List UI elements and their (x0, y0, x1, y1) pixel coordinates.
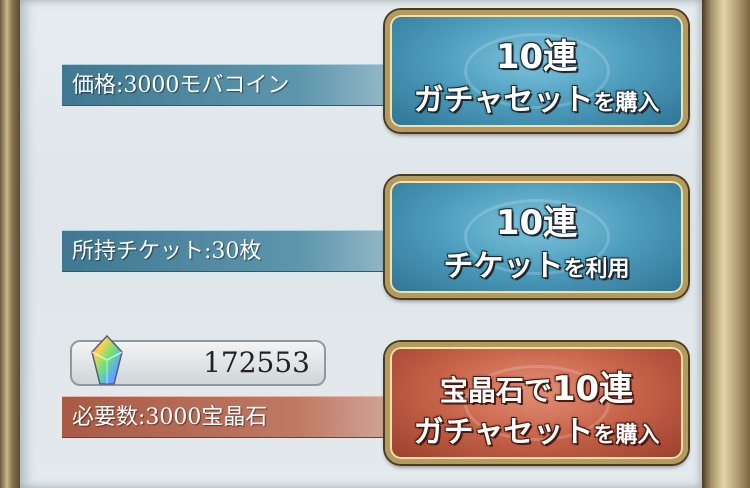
button-title: 10連 (495, 37, 578, 77)
left-frame (0, 0, 20, 488)
right-frame (702, 0, 750, 488)
buy-10-gacha-set-mobacoin-button[interactable]: 10連 ガチャセットを購入 (385, 10, 688, 132)
price-label: 価格:3000モバコイン (62, 64, 402, 106)
button-title: 宝晶石で10連 (439, 369, 634, 409)
use-10-ticket-button[interactable]: 10連 チケットを利用 (385, 176, 688, 298)
button-subtitle: ガチャセットを購入 (413, 415, 660, 450)
crystal-icon (91, 334, 123, 385)
button-subtitle: チケットを利用 (443, 249, 630, 284)
crystal-count: 172553 (203, 346, 310, 379)
crystal-balance-box: 172553 (70, 334, 326, 386)
button-subtitle: ガチャセットを購入 (413, 83, 660, 118)
required-crystals-label: 必要数:3000宝晶石 (62, 396, 402, 438)
buy-10-gacha-set-crystal-button[interactable]: 宝晶石で10連 ガチャセットを購入 (385, 342, 688, 464)
owned-tickets-label: 所持チケット:30枚 (62, 230, 402, 272)
button-title: 10連 (495, 203, 578, 243)
